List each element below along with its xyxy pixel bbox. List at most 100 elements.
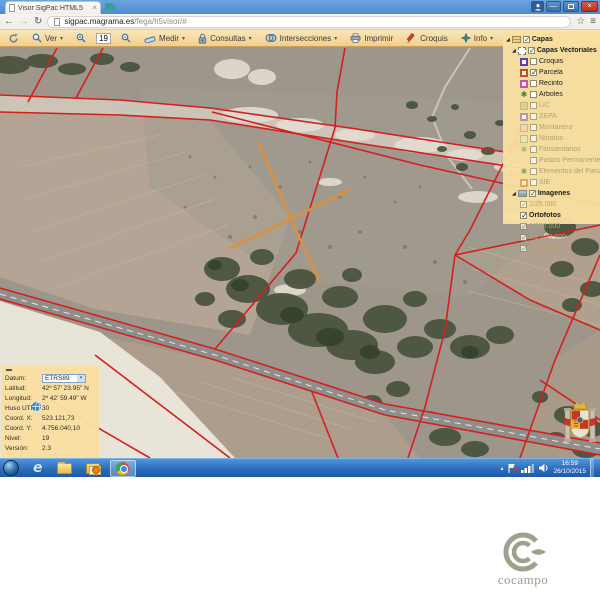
layer-row-recinto[interactable]: Recinto [505, 78, 600, 89]
reload-icon[interactable]: ↻ [34, 17, 42, 27]
new-tab-button[interactable] [105, 3, 116, 10]
layer-checkbox[interactable] [520, 245, 527, 252]
tray-hidden-icons-arrow[interactable]: ▴ [500, 465, 503, 472]
layer-row-inicio-sigpac[interactable]: Inicio SigPac [505, 243, 600, 254]
version-row: Versión:2.3 [5, 443, 99, 453]
back-icon[interactable]: ← [4, 17, 14, 27]
tab-close-icon[interactable]: × [92, 4, 97, 12]
layer-checkbox[interactable] [520, 201, 527, 208]
intersecciones-button[interactable]: Intersecciones▾ [262, 32, 341, 44]
huso-row: Huso UTM:30 [5, 403, 99, 413]
layer-checkbox[interactable] [530, 135, 537, 142]
layer-row-lic[interactable]: LIC [505, 100, 600, 111]
layer-label: ZEPA [539, 113, 557, 120]
datum-select[interactable]: ETRS89 ▾ [42, 374, 86, 383]
ver-button[interactable]: Ver▾ [29, 32, 66, 44]
layer-row-montanera[interactable]: Montanera [505, 122, 600, 133]
tab-favicon-icon [9, 4, 15, 12]
explorer-folder-icon[interactable] [57, 463, 72, 474]
imprimir-button[interactable]: Imprimir [347, 32, 396, 44]
layer-checkbox[interactable] [530, 146, 537, 153]
expand-arrow-icon[interactable]: ◢ [506, 37, 510, 43]
layer-checkbox[interactable] [530, 69, 537, 76]
vector-group-row[interactable]: ◢ Capas Vectoriales [505, 45, 600, 56]
layer-checkbox[interactable] [530, 102, 537, 109]
layer-label: 1/25.000 [529, 201, 556, 208]
layer-row-croquis[interactable]: Croquis [505, 56, 600, 67]
layer-row-nitratos[interactable]: Nitratos [505, 133, 600, 144]
page-icon [54, 18, 60, 26]
profile-icon[interactable] [531, 1, 544, 12]
info-button[interactable]: Info▾ [458, 32, 496, 44]
zoom-level-input[interactable] [96, 33, 111, 44]
images-group-row[interactable]: ◢ Imagenes [505, 188, 600, 199]
layer-label: Pastos Permanentes [539, 157, 600, 164]
chrome-taskbar-button[interactable] [110, 460, 136, 477]
layers-root-checkbox[interactable] [523, 36, 530, 43]
url-bar[interactable]: sigpac.magrama.es/fega/h5visor/# [47, 16, 571, 28]
show-desktop-button[interactable] [590, 459, 594, 478]
layer-row-parcela[interactable]: Parcela [505, 67, 600, 78]
layer-checkbox[interactable] [530, 58, 537, 65]
tray-status-icons[interactable] [507, 462, 549, 474]
expand-arrow-icon[interactable]: ◢ [512, 48, 516, 54]
layer-checkbox[interactable] [530, 80, 537, 87]
longitud-row: Longitud:2º 42' 59.49" W [5, 393, 99, 403]
close-button[interactable]: × [581, 1, 598, 12]
layer-swatch [520, 113, 528, 121]
layer-row-ortofotos[interactable]: Ortofotos [505, 210, 600, 221]
dropdown-arrow-icon[interactable]: ▾ [77, 375, 85, 382]
medir-button[interactable]: Medir▾ [141, 32, 188, 44]
vector-group-checkbox[interactable] [528, 47, 535, 54]
layer-row-25000[interactable]: 1/25.000 [505, 199, 600, 210]
layer-label: 1/2.000.000 [529, 234, 566, 241]
layer-checkbox[interactable] [520, 223, 527, 230]
browser-menu-icon[interactable]: ≡ [590, 17, 596, 27]
browser-tab[interactable]: Visor SigPac HTML5 × [5, 1, 101, 14]
maximize-button[interactable] [563, 1, 579, 12]
info-box-minimize-button[interactable] [6, 369, 12, 371]
layer-label: Ortofotos [529, 212, 561, 219]
layers-root-row[interactable]: ◢ Capas [505, 34, 600, 45]
layer-checkbox[interactable] [530, 113, 537, 120]
pan-refresh-button[interactable] [5, 32, 22, 45]
layer-checkbox[interactable] [530, 179, 537, 186]
zoom-out-button[interactable] [118, 32, 134, 44]
layer-row-sie[interactable]: SIE [505, 177, 600, 188]
expand-arrow-icon[interactable]: ◢ [512, 191, 516, 197]
zoom-in-button[interactable] [73, 32, 89, 44]
consultas-button[interactable]: Consultas▾ [195, 32, 255, 45]
croquis-button[interactable]: Croquis [403, 32, 451, 45]
layer-row-arboles[interactable]: ✱Arboles [505, 89, 600, 100]
layer-checkbox[interactable] [530, 124, 537, 131]
layer-row-2000000[interactable]: 1/2.000.000 [505, 232, 600, 243]
images-group-checkbox[interactable] [529, 190, 536, 197]
url-text: sigpac.magrama.es/fega/h5visor/# [64, 17, 186, 26]
layer-checkbox[interactable] [530, 91, 537, 98]
layer-row-elementos[interactable]: ✱Elementos del Paisaje [505, 166, 600, 177]
chevron-down-icon: ▾ [334, 35, 337, 42]
layer-checkbox[interactable] [520, 212, 527, 219]
layer-row-pastos[interactable]: Pastos Permanentes [505, 155, 600, 166]
vector-group-label: Capas Vectoriales [537, 47, 597, 54]
layer-checkbox[interactable] [520, 234, 527, 241]
window-controls: — × [531, 1, 598, 12]
layer-checkbox[interactable] [530, 157, 537, 164]
bottom-whitespace: cocampo [0, 477, 600, 615]
outlook-icon[interactable] [86, 463, 100, 474]
start-button[interactable] [3, 460, 19, 476]
layer-row-zepa[interactable]: ZEPA [505, 111, 600, 122]
layer-row-fitosanitarios[interactable]: ✱Fitosanitarios [505, 144, 600, 155]
minimize-button[interactable]: — [546, 1, 561, 12]
coordinates-info-box: Datum: ETRS89 ▾ Latitud:42º 57' 23.95" N… [2, 366, 99, 458]
layer-checkbox[interactable] [530, 168, 537, 175]
layer-row-200000[interactable]: 1/200.000 [505, 221, 600, 232]
datum-row: Datum: ETRS89 ▾ [5, 373, 99, 383]
layer-label: LIC [539, 102, 550, 109]
bookmark-star-icon[interactable]: ☆ [576, 17, 585, 27]
taskbar-clock[interactable]: 16:59 26/10/2015 [553, 460, 586, 476]
layer-label: Elementos del Paisaje [539, 168, 600, 175]
internet-explorer-icon[interactable]: e [33, 460, 43, 476]
forward-icon[interactable]: → [19, 17, 29, 27]
layer-swatch: ✱ [520, 146, 528, 154]
